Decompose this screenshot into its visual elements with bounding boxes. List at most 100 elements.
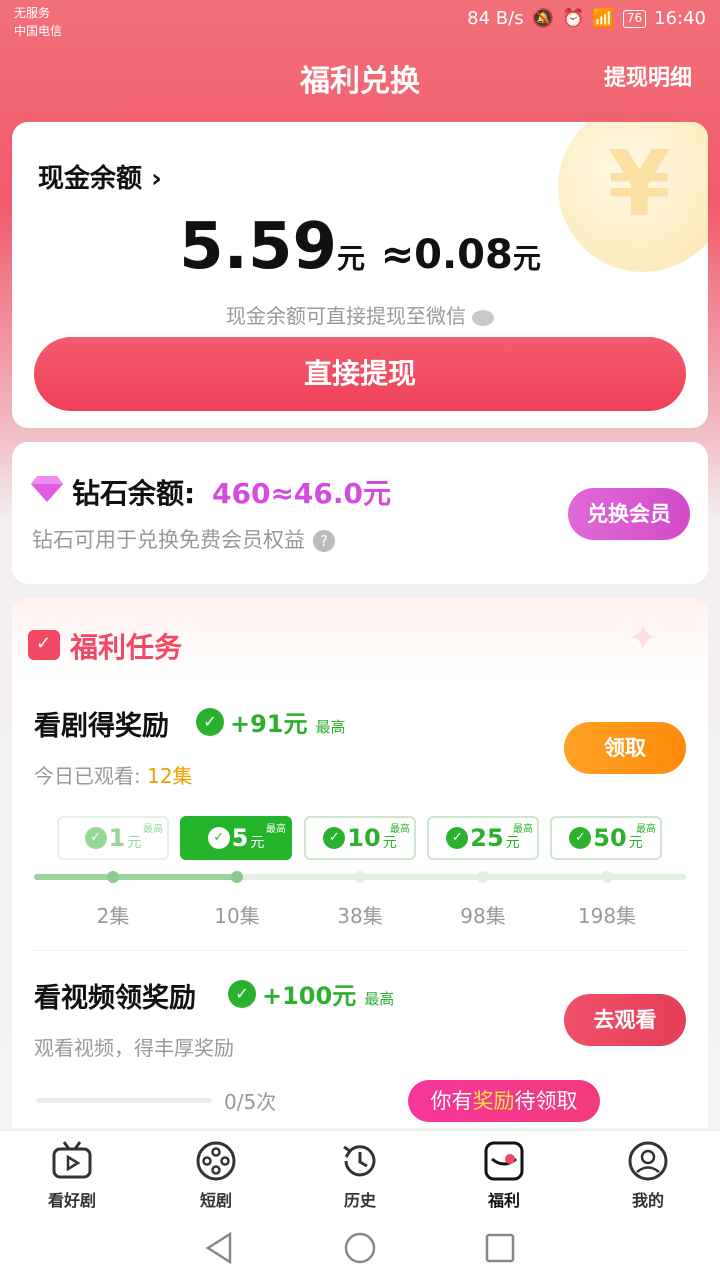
check-icon: ✓ xyxy=(84,827,107,849)
history-icon xyxy=(343,1145,376,1177)
watched-today-value: 12集 xyxy=(147,764,193,788)
milestone-amount: 25 xyxy=(470,824,504,852)
diamond-balance-label: 钻石余额: xyxy=(72,477,196,510)
milestone-badge: ✓ 25 元 最高 xyxy=(427,816,539,860)
check-icon: ✓ xyxy=(446,827,469,849)
milestone-badge: ✓ 10 元 最高 xyxy=(304,816,416,860)
cash-amount: 5.59 xyxy=(179,210,338,284)
tab-short-drama[interactable]: 短剧 xyxy=(156,1139,276,1211)
milestone-amount: 50 xyxy=(593,824,627,852)
milestone-amount: 1 xyxy=(108,824,126,852)
milestone-episodes: 2集 xyxy=(96,904,130,928)
cash-unit: 元 xyxy=(337,242,366,275)
video-progress-bar xyxy=(36,1098,212,1103)
milestone-amount: 10 xyxy=(347,824,381,852)
carrier-name: 中国电信 xyxy=(14,24,63,38)
net-speed: 84 B/s xyxy=(467,8,524,29)
help-icon[interactable]: ? xyxy=(313,530,335,552)
reward-tooltip[interactable]: 你有奖励待领取 xyxy=(408,1080,600,1122)
video-progress-count: 0/5次 xyxy=(224,1090,277,1114)
film-reel-icon xyxy=(196,1141,236,1181)
milestone-fill xyxy=(34,874,238,880)
milestone-unit: 元 xyxy=(127,835,142,851)
status-bar: 无服务 中国电信 84 B/s 🔕 ⏰ 📶 76 16:40 xyxy=(0,0,720,44)
tv-icon xyxy=(52,1141,92,1179)
claim-button[interactable]: 领取 xyxy=(564,722,686,774)
milestone-episodes: 38集 xyxy=(337,904,383,928)
diamond-balance-value: 460≈46.0元 xyxy=(212,477,391,510)
milestone-dot xyxy=(231,871,243,883)
tasks-title: 福利任务 xyxy=(70,631,183,664)
milestone-episodes: 98集 xyxy=(460,904,506,928)
divider xyxy=(34,950,686,951)
exchange-member-button[interactable]: 兑换会员 xyxy=(568,488,690,540)
clock: 16:40 xyxy=(654,8,706,29)
milestone-episodes: 198集 xyxy=(577,904,637,928)
mute-icon: 🔕 xyxy=(531,8,554,29)
recents-icon[interactable] xyxy=(482,1230,518,1266)
check-icon: ✓ xyxy=(569,827,592,849)
milestone-amount: 5 xyxy=(231,824,249,852)
tab-watch-drama[interactable]: 看好剧 xyxy=(12,1139,132,1211)
milestone-unit: 元 xyxy=(250,835,265,851)
cash-amount-row: 5.59元 ≈0.08元 xyxy=(12,210,708,284)
milestone-badge: ✓ 5元 最高 xyxy=(180,816,292,860)
bottom-tab-bar: 看好剧 短剧 历史 福利 我的 xyxy=(0,1130,720,1214)
milestone-max: 最高 xyxy=(513,824,533,835)
milestone-max: 最高 xyxy=(143,824,163,835)
tab-label: 看好剧 xyxy=(47,1191,96,1210)
tab-mine[interactable]: 我的 xyxy=(588,1139,708,1211)
wifi-icon: 📶 xyxy=(592,8,615,29)
milestone-max: 最高 xyxy=(636,824,656,835)
task-watch-drama-reward: ✓ +91元 最高 xyxy=(196,704,346,739)
sparkle-icon: ✦ xyxy=(627,618,658,659)
wechat-check-icon: ✓ xyxy=(196,707,224,736)
task-calendar-icon xyxy=(28,630,60,660)
diamond-balance-card: 钻石余额: 460≈46.0元 钻石可用于兑换免费会员权益? 兑换会员 xyxy=(12,442,708,584)
reward-max: 最高 xyxy=(364,990,395,1008)
reward-amount: +91元 xyxy=(230,710,308,738)
milestone-progress: ✓ 1元 最高 ✓ 5元 最高 ✓ 10 元 最高 ✓ 25 元 最高 ✓ 50 元 … xyxy=(12,816,708,928)
milestone-badge: ✓ 50 元 最高 xyxy=(550,816,662,860)
gift-icon xyxy=(484,1141,524,1181)
task-watch-video-reward: ✓ +100元 最高 xyxy=(228,976,394,1011)
wechat-check-icon: ✓ xyxy=(228,979,256,1008)
battery-icon: 76 xyxy=(622,9,647,28)
home-icon[interactable] xyxy=(342,1230,378,1266)
tab-label: 短剧 xyxy=(199,1191,232,1210)
watched-today: 今日已观看: 12集 xyxy=(34,760,193,789)
tab-label: 历史 xyxy=(343,1191,376,1210)
back-icon[interactable] xyxy=(202,1230,238,1266)
system-nav-bar xyxy=(0,1214,720,1280)
withdraw-detail-link[interactable]: 提现明细 xyxy=(604,60,692,92)
task-watch-video-sub: 观看视频，得丰厚奖励 xyxy=(34,1036,234,1060)
tooltip-suffix: 待领取 xyxy=(514,1089,578,1113)
diamond-hint-text: 钻石可用于兑换免费会员权益 xyxy=(32,528,305,552)
milestone-episodes: 10集 xyxy=(214,904,260,928)
chevron-right-icon: › xyxy=(151,164,162,194)
welfare-tasks-card: 福利任务 ✦ 看剧得奖励 ✓ +91元 最高 今日已观看: 12集 领取 ✓ 1… xyxy=(12,598,708,1128)
tab-history[interactable]: 历史 xyxy=(300,1139,420,1211)
task-watch-drama-title: 看剧得奖励 xyxy=(34,711,169,742)
cash-balance-link[interactable]: 现金余额 › xyxy=(38,158,162,195)
cash-approx-unit: 元 xyxy=(512,242,541,275)
diamond-icon xyxy=(31,476,63,502)
profile-icon xyxy=(628,1141,668,1181)
reward-amount: +100元 xyxy=(262,982,357,1010)
milestone-badge: ✓ 1元 最高 xyxy=(57,816,169,860)
carrier-status: 无服务 xyxy=(14,6,51,20)
milestone-dot xyxy=(107,871,119,883)
withdraw-button[interactable]: 直接提现 xyxy=(34,337,686,411)
milestone-dot xyxy=(354,871,366,883)
alarm-icon: ⏰ xyxy=(562,8,585,29)
cash-balance-card: ¥ 现金余额 › 5.59元 ≈0.08元 现金余额可直接提现至微信 直接提现 xyxy=(12,122,708,428)
check-icon: ✓ xyxy=(207,827,230,849)
tooltip-prefix: 你有 xyxy=(430,1089,473,1113)
milestone-unit: 元 xyxy=(382,835,397,851)
diamond-hint: 钻石可用于兑换免费会员权益? xyxy=(32,524,335,554)
task-watch-video-title: 看视频领奖励 xyxy=(34,983,196,1014)
cash-balance-label: 现金余额 xyxy=(38,164,143,194)
tab-welfare[interactable]: 福利 xyxy=(444,1139,564,1211)
cash-approx: ≈0.08 xyxy=(380,232,513,278)
go-watch-button[interactable]: 去观看 xyxy=(564,994,686,1046)
